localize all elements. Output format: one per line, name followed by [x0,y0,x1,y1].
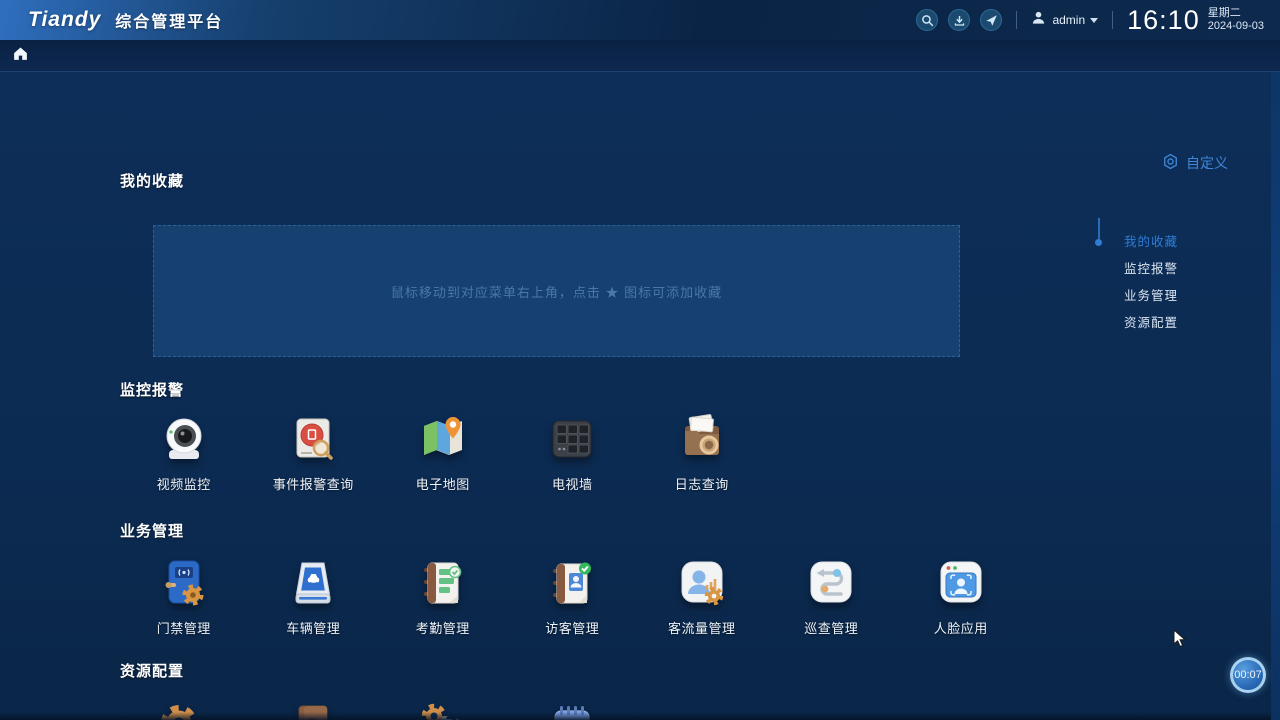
app-event-alarm-query[interactable]: 事件报警查询 [249,409,379,493]
section-title-resource-config: 资源配置 [120,660,184,681]
app-label: 日志查询 [675,474,729,493]
username: admin [1052,13,1085,27]
app-tv-wall[interactable]: 电视墙 [508,409,638,493]
gear-outline-icon [1162,153,1179,173]
section-anchor-nav: 我的收藏 监控报警 业务管理 资源配置 [1124,235,1178,330]
header-divider [1112,11,1113,29]
app-log-query[interactable]: 日志查询 [637,409,767,493]
section-title-monitor-alarm: 监控报警 [120,379,184,400]
user-menu[interactable]: admin [1031,10,1098,30]
anchor-favorites[interactable]: 我的收藏 [1124,235,1178,249]
folded-map-pin-icon [414,409,472,467]
tab-bar [0,40,1280,72]
app-label: 访客管理 [545,618,599,637]
weekday-display: 星期二 [1208,7,1264,20]
app-label: 电视墙 [552,474,593,493]
app-vehicle-mgmt[interactable]: 车辆管理 [249,553,379,637]
app-patrol-mgmt[interactable]: 巡查管理 [767,553,897,637]
clock: 16:10 星期二 2024-09-03 [1127,5,1264,36]
nav-indicator-dot [1095,239,1102,246]
app-label: 考勤管理 [416,618,470,637]
anchor-monitor-alarm[interactable]: 监控报警 [1124,262,1178,276]
header-divider [1016,11,1017,29]
app-label: 事件报警查询 [273,474,354,493]
app-label: 门禁管理 [157,618,211,637]
bottom-shadow [0,712,1271,720]
user-icon [1031,10,1046,30]
app-label: 车辆管理 [286,618,340,637]
alarm-button-magnifier-icon [284,409,342,467]
scrollbar[interactable] [1271,72,1280,720]
date-display: 2024-09-03 [1208,20,1264,33]
app-row-business: 门禁管理 车辆管理 [119,553,1026,637]
app-passenger-flow-mgmt[interactable]: 客流量管理 [637,553,767,637]
chevron-down-icon [1090,18,1098,23]
webcam-icon [155,409,213,467]
person-chart-gear-icon [673,553,731,611]
favorites-empty-panel: 鼠标移动到对应菜单右上角，点击 ★ 图标可添加收藏 [153,225,960,357]
section-title-favorites: 我的收藏 [120,170,184,191]
nav-indicator-line [1098,218,1100,239]
app-video-surveillance[interactable]: 视频监控 [119,409,249,493]
app-label: 巡查管理 [804,618,858,637]
notebook-checklist-icon [414,553,472,611]
app-label: 视频监控 [157,474,211,493]
patrol-route-icon [802,553,860,611]
folder-magnifier-icon [673,409,731,467]
app-access-control[interactable]: 门禁管理 [119,553,249,637]
send-icon [985,14,998,27]
favorites-hint: 鼠标移动到对应菜单右上角，点击 ★ 图标可添加收藏 [391,282,722,301]
app-attendance-mgmt[interactable]: 考勤管理 [378,553,508,637]
video-wall-grid-icon [543,409,601,467]
app-electronic-map[interactable]: 电子地图 [378,409,508,493]
app-row-monitor: 视频监控 事件报警查询 [119,409,767,493]
main-content: 自定义 我的收藏 鼠标移动到对应菜单右上角，点击 ★ 图标可添加收藏 我的收藏 … [0,72,1280,720]
anchor-business-mgmt[interactable]: 业务管理 [1124,289,1178,303]
page-title: 综合管理平台 [115,8,223,32]
app-label: 人脸应用 [934,618,988,637]
download-button[interactable] [948,9,970,31]
app-face-application[interactable]: 人脸应用 [896,553,1026,637]
home-icon [12,45,29,67]
customize-button[interactable]: 自定义 [1162,153,1228,173]
section-title-business-mgmt: 业务管理 [120,520,184,541]
car-scanner-icon [284,553,342,611]
notebook-badge-check-icon [543,553,601,611]
send-button[interactable] [980,9,1002,31]
home-tab[interactable] [9,45,31,67]
app-label: 电子地图 [416,474,470,493]
door-panel-gear-icon [155,553,213,611]
brand-logo: Tiandy [28,8,101,32]
time-display: 16:10 [1127,5,1200,36]
header-actions: admin 16:10 星期二 2024-09-03 [906,0,1270,40]
search-button[interactable] [916,9,938,31]
customize-label: 自定义 [1186,153,1228,173]
app-visitor-mgmt[interactable]: 访客管理 [508,553,638,637]
anchor-resource-config[interactable]: 资源配置 [1124,316,1178,330]
countdown-badge[interactable]: 00:07 [1230,657,1266,693]
top-header: Tiandy 综合管理平台 admin 16:10 星期二 2024-09-03 [0,0,1280,40]
download-icon [953,14,966,27]
search-icon [921,14,934,27]
face-recognition-frame-icon [932,553,990,611]
app-label: 客流量管理 [668,618,736,637]
